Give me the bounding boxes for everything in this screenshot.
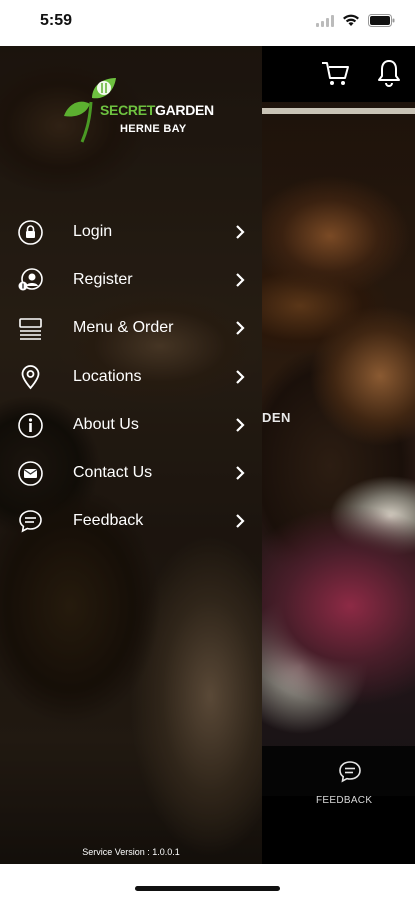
menu-item-contact-us[interactable]: Contact Us [0, 449, 262, 497]
service-version-text: Service Version : 1.0.0.1 [82, 847, 180, 857]
tab-feedback-label[interactable]: FEEDBACK [316, 795, 372, 806]
cart-icon[interactable] [320, 58, 350, 88]
feedback-tab-icon[interactable] [338, 760, 362, 784]
chat-icon [19, 510, 42, 533]
status-bar: 5:59 [0, 0, 415, 46]
brand-logo: SECRETGARDEN HERNE BAY [60, 76, 220, 146]
bottom-tab-bar [262, 796, 415, 864]
drawer-menu: Login Register Menu & Order Locations Ab… [0, 208, 262, 545]
hero-photo-frame [262, 108, 415, 748]
info-icon [18, 412, 43, 438]
menu-label-register: Register [73, 271, 133, 289]
chevron-right-icon [236, 225, 245, 239]
location-pin-icon [21, 364, 40, 389]
bell-icon[interactable] [376, 58, 402, 88]
menu-label-menu-order: Menu & Order [73, 319, 174, 337]
logo-name-part1: SECRET [100, 102, 155, 118]
menu-label-contact-us: Contact Us [73, 463, 153, 481]
logo-wordmark: SECRETGARDEN [100, 102, 214, 118]
menu-label-about-us: About Us [73, 415, 139, 433]
signal-icon [316, 14, 334, 27]
chevron-right-icon [236, 466, 245, 480]
status-icons [316, 14, 395, 27]
hero-caption: DEN [262, 410, 291, 425]
chevron-right-icon [236, 321, 245, 336]
home-indicator-area [0, 864, 415, 900]
mail-icon [18, 461, 43, 486]
logo-name-part2: GARDEN [155, 102, 214, 118]
lock-icon [18, 220, 43, 245]
menu-item-login[interactable]: Login [0, 208, 262, 256]
menu-label-feedback: Feedback [73, 512, 144, 530]
menu-item-locations[interactable]: Locations [0, 353, 262, 401]
battery-icon [368, 14, 395, 27]
menu-item-about-us[interactable]: About Us [0, 401, 262, 449]
chevron-right-icon [236, 369, 245, 384]
menu-item-register[interactable]: Register [0, 256, 262, 304]
chevron-right-icon [236, 514, 245, 528]
menu-item-menu-order[interactable]: Menu & Order [0, 304, 262, 352]
register-user-icon [18, 268, 43, 291]
wifi-icon [343, 14, 359, 26]
menu-label-locations: Locations [73, 367, 142, 385]
logo-location: HERNE BAY [120, 123, 187, 135]
menu-list-icon [19, 318, 42, 341]
menu-item-feedback[interactable]: Feedback [0, 497, 262, 545]
side-drawer: SECRETGARDEN HERNE BAY Login Register Me… [0, 46, 262, 864]
chevron-right-icon [236, 273, 245, 287]
status-time: 5:59 [40, 12, 73, 29]
chevron-right-icon [236, 417, 245, 432]
home-indicator[interactable] [135, 886, 280, 891]
menu-label-login: Login [73, 223, 113, 240]
